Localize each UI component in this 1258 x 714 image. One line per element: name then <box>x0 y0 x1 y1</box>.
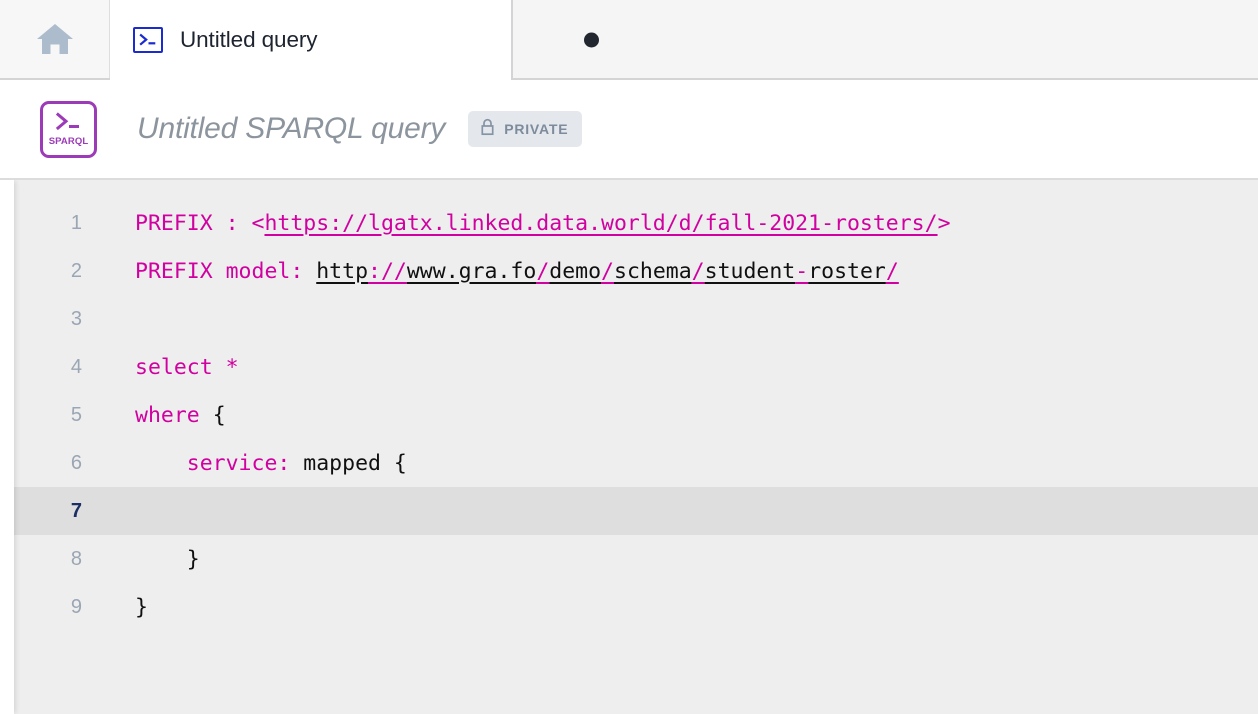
code-line[interactable]: 5 where { <box>14 391 1258 439</box>
line-number: 9 <box>70 595 82 618</box>
line-number: 2 <box>70 259 82 282</box>
line-number: 3 <box>70 307 82 330</box>
document-header: SPARQL Untitled SPARQL query PRIVATE <box>0 80 1258 180</box>
visibility-badge[interactable]: PRIVATE <box>468 111 583 147</box>
home-icon <box>36 22 74 56</box>
tab-bar: Untitled query <box>0 0 1258 80</box>
code-line-text[interactable]: select * <box>85 355 239 380</box>
sparql-badge-label: SPARQL <box>48 136 89 148</box>
code-editor[interactable]: 1 PREFIX : <https://lgatx.linked.data.wor… <box>0 180 1258 714</box>
editor-left-strip <box>0 180 14 714</box>
code-line[interactable]: 4 select * <box>14 343 1258 391</box>
code-lines-container: 1 PREFIX : <https://lgatx.linked.data.wor… <box>14 199 1258 631</box>
code-line-text[interactable]: PREFIX : <https://lgatx.linked.data.worl… <box>85 211 951 236</box>
code-line-text[interactable]: } <box>85 547 200 572</box>
sparql-type-badge: SPARQL <box>40 100 97 158</box>
line-number: 1 <box>70 211 82 234</box>
code-line[interactable]: 2 PREFIX model: http://www.gra.fo/demo/sc… <box>14 247 1258 295</box>
line-number: 4 <box>70 355 82 378</box>
lock-icon <box>480 118 495 141</box>
code-line-text[interactable]: PREFIX model: http://www.gra.fo/demo/sch… <box>85 259 899 284</box>
page-title[interactable]: Untitled SPARQL query <box>137 112 445 146</box>
line-number: 5 <box>70 403 82 426</box>
code-line-text[interactable]: service: mapped { <box>85 451 407 476</box>
terminal-prompt-icon <box>133 27 163 53</box>
tab-untitled-query[interactable]: Untitled query <box>110 0 599 80</box>
line-number: 7 <box>70 499 82 522</box>
visibility-label: PRIVATE <box>504 121 569 137</box>
tab-label: Untitled query <box>180 27 318 52</box>
code-line[interactable]: 7 <box>14 487 1258 535</box>
code-line[interactable]: 1 PREFIX : <https://lgatx.linked.data.wor… <box>14 199 1258 247</box>
code-line-text[interactable]: } <box>85 595 148 620</box>
terminal-prompt-icon <box>55 112 82 136</box>
code-line-text[interactable]: where { <box>85 403 226 428</box>
code-line[interactable]: 3 <box>14 295 1258 343</box>
home-button[interactable] <box>0 0 110 78</box>
line-number: 8 <box>70 547 82 570</box>
sparql-query-editor-window: Untitled query SPARQL Untitled SPARQL qu… <box>0 0 1258 714</box>
unsaved-dot-icon[interactable] <box>584 32 599 48</box>
code-line[interactable]: 6 service: mapped { <box>14 439 1258 487</box>
code-line[interactable]: 9} <box>14 583 1258 631</box>
line-number: 6 <box>70 451 82 474</box>
code-line[interactable]: 8 } <box>14 535 1258 583</box>
